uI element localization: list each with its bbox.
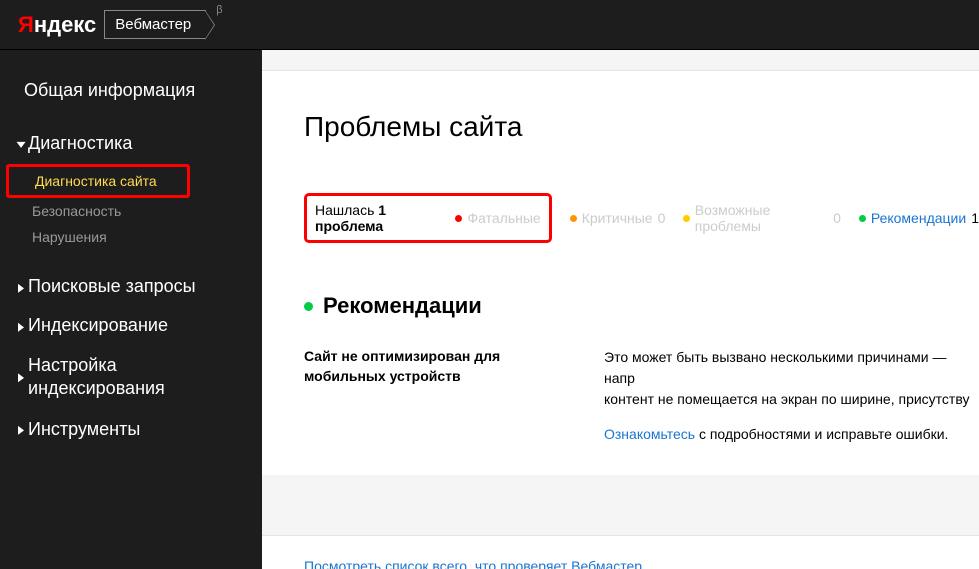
sidebar-item-indexing-settings[interactable]: Настройка индексирования <box>6 354 262 411</box>
sidebar-item-tools[interactable]: Инструменты <box>6 419 262 450</box>
sidebar-item-security[interactable]: Безопасность <box>6 198 262 224</box>
issue-title: Сайт не оптимизирован для мобильных устр… <box>304 347 564 386</box>
main: Проблемы сайта Нашлась 1 проблема Фаталь… <box>262 50 979 569</box>
sidebar: Общая информация Диагностика Диагностика… <box>0 50 262 569</box>
footer-link-bar: Посмотреть список всего, что проверяет В… <box>262 535 979 569</box>
filter-recommendations[interactable]: Рекомендации 1 <box>859 210 979 226</box>
filter-fatal-label: Фатальные <box>467 210 540 226</box>
header: Яндекс Вебмастер β <box>0 0 979 50</box>
issue-description-col: Это может быть вызвано несколькими причи… <box>604 347 979 445</box>
service-name[interactable]: Вебмастер <box>104 10 206 39</box>
dot-green-icon <box>304 302 313 311</box>
dot-yellow-icon <box>683 215 689 222</box>
section-body: Сайт не оптимизирован для мобильных устр… <box>304 347 979 445</box>
issue-link-suffix: с подробностями и исправьте ошибки. <box>695 426 948 442</box>
filter-critical[interactable]: Критичные 0 <box>570 210 666 226</box>
filter-found-label: Нашлась <box>315 202 378 218</box>
sidebar-item-diagnostics[interactable]: Диагностика <box>6 133 262 164</box>
sidebar-section-indexing-settings: Настройка индексирования <box>6 354 262 411</box>
filter-critical-label: Критичные <box>582 210 653 226</box>
issue-description-line1: Это может быть вызвано несколькими причи… <box>604 347 979 389</box>
learn-more-link[interactable]: Ознакомьтесь <box>604 426 695 442</box>
filter-highlight-box: Нашлась 1 проблема Фатальные <box>304 193 552 243</box>
section-title: Рекомендации <box>323 293 482 319</box>
filter-bar: Нашлась 1 проблема Фатальные Критичные 0… <box>304 193 979 243</box>
logo-ya-letter: Я <box>18 12 34 37</box>
issue-link-line: Ознакомьтесь с подробностями и исправьте… <box>604 424 979 445</box>
filter-recommendations-count: 1 <box>971 210 979 226</box>
issue-title-col: Сайт не оптимизирован для мобильных устр… <box>304 347 564 445</box>
logo[interactable]: Яндекс <box>18 12 96 38</box>
sidebar-item-violations[interactable]: Нарушения <box>6 224 262 250</box>
logo-rest: ндекс <box>34 12 96 37</box>
section-recommendations: Рекомендации Сайт не оптимизирован для м… <box>304 293 979 445</box>
sidebar-item-indexing[interactable]: Индексирование <box>6 315 262 346</box>
filter-found: Нашлась 1 проблема <box>315 202 439 234</box>
filter-fatal[interactable]: Фатальные <box>455 210 540 226</box>
dot-orange-icon <box>570 215 577 222</box>
section-header: Рекомендации <box>304 293 979 319</box>
sidebar-section-general: Общая информация <box>6 80 262 111</box>
issue-description-line2: контент не помещается на экран по ширине… <box>604 389 979 410</box>
filter-possible-label: Возможные проблемы <box>695 202 828 234</box>
page-title: Проблемы сайта <box>304 111 979 143</box>
sidebar-item-site-diagnostics[interactable]: Диагностика сайта <box>6 164 190 198</box>
sidebar-section-tools: Инструменты <box>6 419 262 450</box>
sidebar-item-search-queries[interactable]: Поисковые запросы <box>6 276 262 307</box>
sidebar-item-general[interactable]: Общая информация <box>6 80 262 111</box>
content-card: Проблемы сайта Нашлась 1 проблема Фаталь… <box>262 70 979 475</box>
sidebar-section-search: Поисковые запросы <box>6 276 262 307</box>
container: Общая информация Диагностика Диагностика… <box>0 50 979 569</box>
dot-red-icon <box>455 215 462 222</box>
filter-possible[interactable]: Возможные проблемы 0 <box>683 202 840 234</box>
filter-critical-count: 0 <box>658 210 666 226</box>
sidebar-section-diagnostics: Диагностика Диагностика сайта Безопаснос… <box>6 133 262 250</box>
beta-badge: β <box>216 4 222 16</box>
sidebar-section-indexing: Индексирование <box>6 315 262 346</box>
filter-recommendations-label: Рекомендации <box>871 210 966 226</box>
dot-green-icon <box>859 215 866 222</box>
view-all-checks-link[interactable]: Посмотреть список всего, что проверяет В… <box>304 558 642 569</box>
filter-possible-count: 0 <box>833 210 841 226</box>
